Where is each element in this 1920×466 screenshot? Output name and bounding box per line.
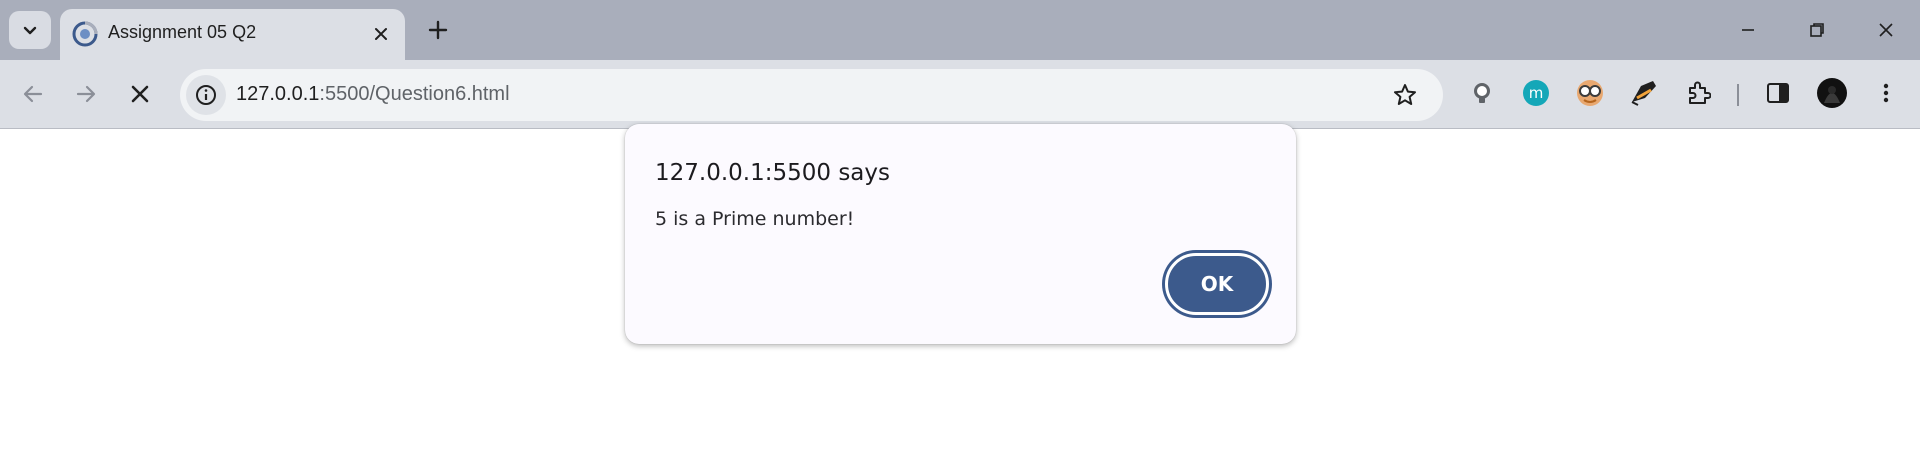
url-path: :5500/Question6.html [319,83,510,105]
tab-strip: Assignment 05 Q2 [0,0,1920,60]
m-extension-button[interactable]: m [1518,75,1554,111]
bookmark-button[interactable] [1391,81,1419,109]
address-bar[interactable]: 127.0.0.1:5500/Question6.html [180,69,1443,121]
minimize-button[interactable] [1730,12,1766,48]
close-icon [375,28,387,40]
stop-loading-button[interactable] [122,76,158,112]
plus-icon [428,20,448,40]
window-close-button[interactable] [1868,12,1904,48]
forward-button[interactable] [68,76,104,112]
tab-close-button[interactable] [368,21,394,47]
profile-button[interactable] [1814,75,1850,111]
pen-extension-icon [1631,81,1656,106]
site-info-button[interactable] [186,75,226,115]
alert-dialog: 127.0.0.1:5500 says 5 is a Prime number!… [625,124,1296,344]
active-tab[interactable]: Assignment 05 Q2 [60,9,405,60]
dialog-message: 5 is a Prime number! [655,208,855,230]
ok-button[interactable]: OK [1165,253,1269,315]
side-panel-icon [1767,83,1789,103]
tab-search-button[interactable] [9,11,51,49]
bulb-extension-button[interactable] [1464,75,1500,111]
url-text[interactable]: 127.0.0.1:5500/Question6.html [236,83,510,106]
back-button[interactable] [15,76,51,112]
restore-icon [1810,23,1824,37]
stop-icon [131,85,149,103]
url-host: 127.0.0.1 [236,83,320,105]
browser-toolbar: 127.0.0.1:5500/Question6.html m [0,60,1920,129]
restore-button[interactable] [1799,12,1835,48]
close-icon [1879,23,1893,37]
profile-avatar-icon [1817,78,1847,108]
side-panel-button[interactable] [1760,75,1796,111]
forward-icon [76,85,96,103]
extensions-button[interactable] [1680,75,1716,111]
site-info-icon [196,85,216,105]
extensions-puzzle-icon [1689,81,1711,104]
svg-text:m: m [1529,84,1544,102]
pen-extension-button[interactable] [1626,75,1662,111]
glasses-extension-icon [1577,80,1603,106]
new-tab-button[interactable] [424,16,452,44]
toolbar-separator [1737,84,1739,106]
minimize-icon [1742,29,1754,31]
tab-favicon-icon [72,21,98,47]
back-icon [23,85,43,103]
glasses-extension-button[interactable] [1572,75,1608,111]
menu-icon [1883,83,1889,103]
chevron-down-icon [23,26,37,35]
bookmark-star-icon [1394,84,1416,105]
tab-title: Assignment 05 Q2 [108,22,257,42]
bulb-extension-icon [1474,83,1490,103]
m-extension-icon: m [1523,80,1549,106]
browser-menu-button[interactable] [1868,75,1904,111]
dialog-title: 127.0.0.1:5500 says [655,160,890,186]
